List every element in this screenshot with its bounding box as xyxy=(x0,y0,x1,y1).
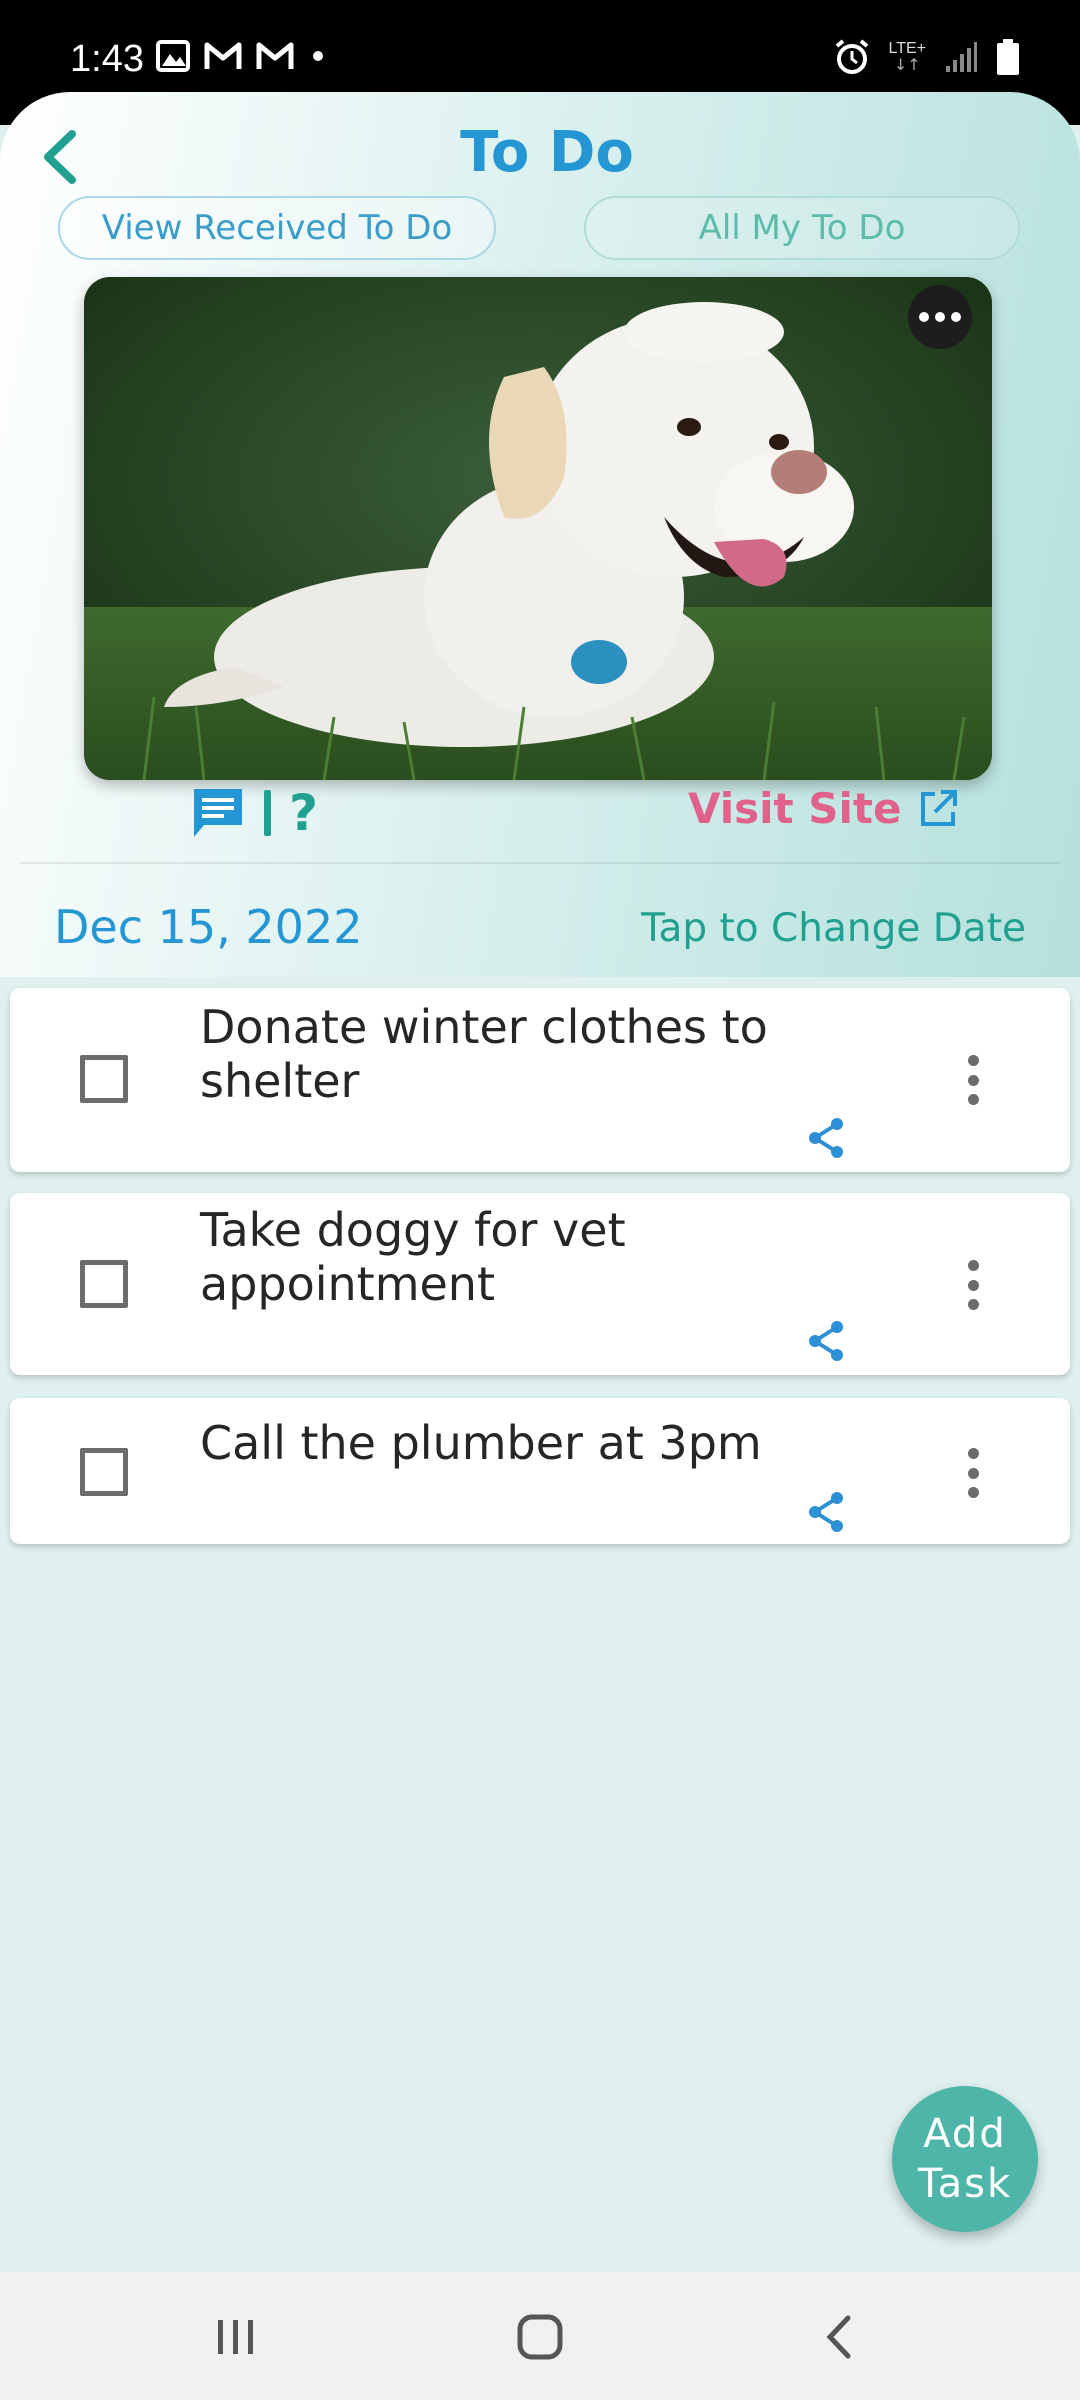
lte-icon: LTE+ ↓↑ xyxy=(888,40,927,74)
alarm-icon xyxy=(835,39,868,74)
task-card[interactable]: Donate winter clothes to shelter xyxy=(10,988,1070,1172)
task-checkbox[interactable] xyxy=(80,1055,128,1103)
task-card[interactable]: Take doggy for vet appointment xyxy=(10,1193,1070,1375)
separator-bar xyxy=(264,790,271,836)
all-my-todo-button[interactable]: All My To Do xyxy=(584,196,1020,260)
action-icons: ? xyxy=(190,785,318,841)
task-checkbox[interactable] xyxy=(80,1260,128,1308)
home-icon[interactable] xyxy=(510,2312,570,2362)
recents-icon[interactable] xyxy=(206,2312,266,2362)
task-menu-icon[interactable] xyxy=(958,1260,988,1310)
view-received-todo-button[interactable]: View Received To Do xyxy=(58,196,496,260)
system-icons: LTE+ ↓↑ xyxy=(833,38,1021,76)
visit-site-link[interactable]: Visit Site xyxy=(688,784,959,833)
image-icon xyxy=(156,40,190,72)
selected-date: Dec 15, 2022 xyxy=(54,900,363,954)
visit-site-label: Visit Site xyxy=(688,784,902,833)
system-nav-bar xyxy=(0,2272,1080,2400)
battery-icon xyxy=(997,39,1019,75)
task-menu-icon[interactable] xyxy=(958,1055,988,1105)
share-icon[interactable] xyxy=(806,1116,846,1160)
share-icon[interactable] xyxy=(806,1490,846,1534)
add-task-label-line2: Task xyxy=(917,2161,1013,2207)
chat-icon[interactable] xyxy=(190,785,246,841)
status-time: 1:43 xyxy=(70,38,144,80)
divider xyxy=(20,862,1060,864)
task-checkbox[interactable] xyxy=(80,1448,128,1496)
task-text: Take doggy for vet appointment xyxy=(200,1203,626,1311)
view-received-todo-label: View Received To Do xyxy=(101,208,453,248)
task-text: Donate winter clothes to shelter xyxy=(200,1000,768,1108)
main-sheet: To Do View Received To Do All My To Do ?… xyxy=(0,92,1080,2272)
add-task-label-line1: Add xyxy=(923,2111,1007,2157)
task-text: Call the plumber at 3pm xyxy=(200,1416,762,1470)
change-date-button[interactable]: Tap to Change Date xyxy=(641,906,1026,951)
external-link-icon xyxy=(921,789,958,826)
back-icon[interactable] xyxy=(812,2312,872,2362)
gmail-icon xyxy=(204,42,242,69)
add-task-button[interactable]: Add Task xyxy=(892,2086,1038,2232)
share-icon[interactable] xyxy=(806,1319,846,1363)
notification-icons xyxy=(156,40,328,72)
gmail-icon xyxy=(256,42,294,69)
all-my-todo-label: All My To Do xyxy=(698,208,906,248)
dog-photo xyxy=(84,277,992,780)
more-horizontal-icon[interactable] xyxy=(908,285,972,349)
help-button[interactable]: ? xyxy=(289,788,318,838)
signal-icon xyxy=(946,42,977,72)
task-menu-icon[interactable] xyxy=(958,1448,988,1498)
dot-icon xyxy=(313,51,323,61)
hero-image[interactable] xyxy=(84,277,992,780)
page-title: To Do xyxy=(460,120,634,185)
task-card[interactable]: Call the plumber at 3pm xyxy=(10,1398,1070,1544)
